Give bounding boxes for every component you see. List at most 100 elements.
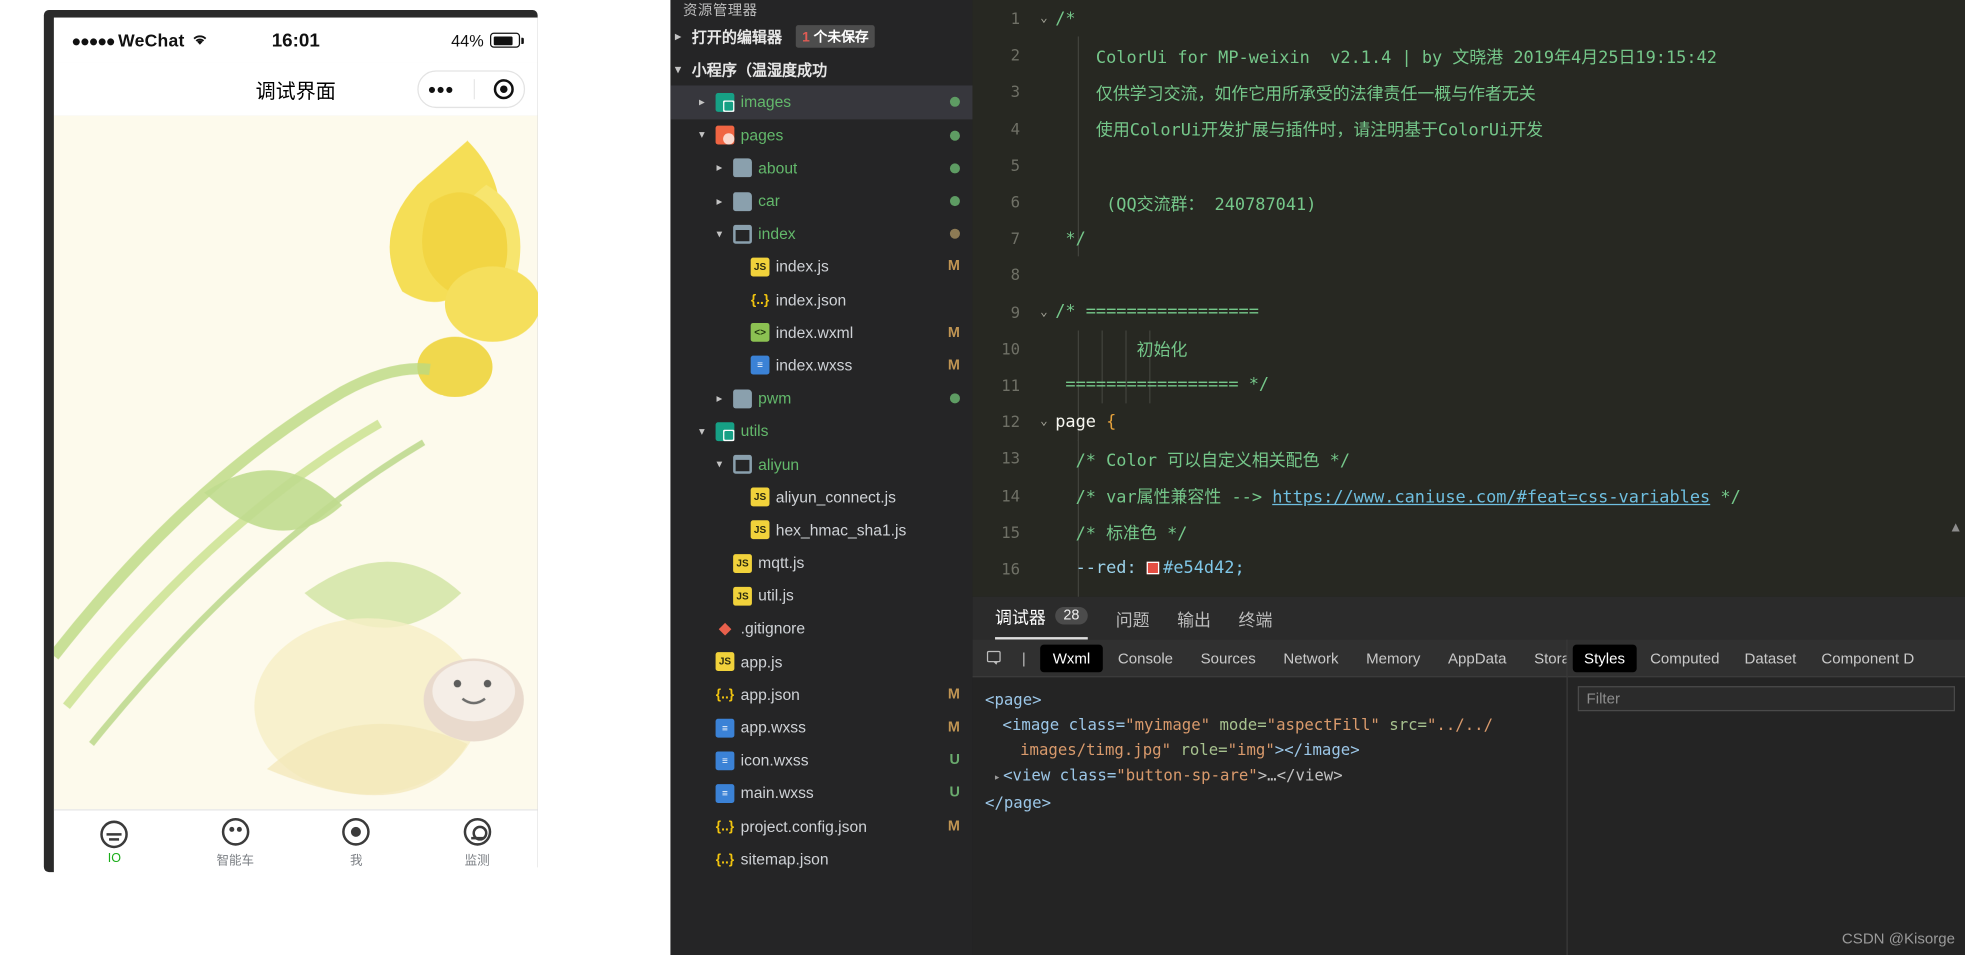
tree-item-label: aliyun_connect.js [775, 488, 896, 507]
inspect-icon[interactable] [980, 645, 1008, 670]
open-editors-section[interactable]: ▸ 打开的编辑器 1 个未保存 [670, 20, 972, 53]
watermark: CSDN @Kisorge [1841, 929, 1955, 948]
devtools-tab-wxml[interactable]: Wxml [1040, 644, 1103, 672]
tree-item-label: util.js [758, 587, 794, 605]
code-line: 3 仅供学习交流，如作它用所承受的法律责任一概与作者无关 [972, 73, 1965, 110]
line-number: 3 [1010, 82, 1021, 102]
tree-item--gitignore[interactable]: ▸◆.gitignore [670, 612, 972, 645]
sim-tab-car-label: 智能车 [216, 853, 255, 868]
chevron-right-icon[interactable]: ▸ [712, 392, 727, 406]
tree-item-pages[interactable]: ▾ pages [670, 119, 972, 152]
close-target-icon[interactable] [494, 79, 515, 100]
chevron-right-icon[interactable]: ▸ [712, 161, 727, 175]
styles-filter-input[interactable]: Filter [1577, 686, 1955, 712]
tree-item-utils[interactable]: ▾ utils [670, 415, 972, 448]
tree-item-hex-hmac-sha1-js[interactable]: ▸JShex_hmac_sha1.js [670, 514, 972, 547]
line-number: 8 [1010, 265, 1021, 285]
chevron-right-icon[interactable]: ▸ [712, 194, 727, 208]
capsule-divider [473, 79, 475, 100]
tree-item-label: .gitignore [740, 620, 806, 638]
tree-item-project-config-json[interactable]: ▸{..}project.config.jsonM [670, 810, 972, 843]
wxml-src-value-part1: "../../ [1427, 715, 1494, 734]
background-image [53, 115, 538, 810]
tree-item-index-wxss[interactable]: ▸≡index.wxssM [670, 349, 972, 382]
sim-tab-bar: IO 智能车 我 监测 [53, 809, 538, 875]
line-number: 13 [1001, 449, 1021, 468]
wxml-line-4[interactable]: ▸ <view class="button-sp-are">…</view> [985, 763, 1549, 791]
fold-chevron-icon[interactable]: ⌄ [1033, 11, 1056, 25]
more-icon[interactable]: ••• [428, 79, 454, 100]
sim-tab-io[interactable]: IO [54, 811, 175, 875]
tree-item-about[interactable]: ▸ about [670, 152, 972, 185]
line-number: 14 [1001, 485, 1021, 505]
tree-item-car[interactable]: ▸ car [670, 185, 972, 218]
tree-item-aliyun[interactable]: ▾ aliyun [670, 448, 972, 481]
sim-tab-monitor[interactable]: 监测 [417, 811, 538, 875]
car-icon [221, 817, 250, 846]
debugger-tab-debugger[interactable]: 调试器 28 [995, 603, 1089, 640]
chevron-right-icon[interactable]: ▸ [994, 772, 1001, 785]
ide-window: 资源管理器 ▸ 打开的编辑器 1 个未保存 ▾ 小程序（温湿度成功 ▸ image… [670, 0, 1965, 955]
file-status-badge: M [947, 259, 960, 275]
chevron-down-icon[interactable]: ▾ [712, 457, 727, 471]
scroll-up-icon[interactable]: ▲ [1949, 520, 1963, 535]
tree-item-aliyun-connect-js[interactable]: ▸JSaliyun_connect.js [670, 481, 972, 514]
styles-tab-computed[interactable]: Computed [1639, 644, 1731, 672]
chevron-right-icon[interactable]: ▸ [670, 30, 685, 44]
line-number: 11 [1001, 375, 1021, 395]
code-text: (QQ交流群： 240787041) [1055, 189, 1316, 214]
styles-tab-dataset[interactable]: Dataset [1733, 644, 1807, 672]
sim-tab-me[interactable]: 我 [296, 811, 417, 875]
tree-item-sitemap-json[interactable]: ▸{..}sitemap.json [670, 843, 972, 876]
tree-item-app-js[interactable]: ▸JSapp.js [670, 645, 972, 678]
tree-item-app-json[interactable]: ▸{..}app.jsonM [670, 678, 972, 711]
chevron-down-icon[interactable]: ▾ [712, 227, 727, 241]
debugger-tab-output[interactable]: 输出 [1177, 606, 1211, 640]
styles-tab-styles[interactable]: Styles [1572, 644, 1637, 672]
tree-item-icon-wxss[interactable]: ▸≡icon.wxssU [670, 744, 972, 777]
tree-item-index-json[interactable]: ▸{..}index.json [670, 283, 972, 316]
tree-item-label: index.wxml [775, 323, 854, 342]
tree-item-mqtt-js[interactable]: ▸JSmqtt.js [670, 547, 972, 580]
chevron-down-icon[interactable]: ▾ [670, 63, 685, 77]
io-icon [100, 819, 129, 848]
tree-item-index-js[interactable]: ▸JSindex.jsM [670, 250, 972, 283]
fold-chevron-icon[interactable]: ⌄ [1033, 305, 1056, 319]
code-editor[interactable]: 1 ⌄/* 2 ColorUi for MP-weixin v2.1.4 | by … [972, 0, 1965, 597]
line-number: 16 [1001, 559, 1021, 578]
fold-chevron-icon[interactable]: ⌄ [1033, 415, 1056, 429]
devtools-tab-network[interactable]: Network [1271, 644, 1351, 672]
js-file-icon: JS [750, 257, 770, 277]
tree-item-pwm[interactable]: ▸ pwm [670, 382, 972, 415]
tree-item-main-wxss[interactable]: ▸≡main.wxssU [670, 777, 972, 810]
devtools-tab-appdata[interactable]: AppData [1435, 644, 1519, 672]
wxml-page-close-tag: </page> [985, 792, 1052, 812]
line-number: 1 [1010, 8, 1021, 28]
js-file-icon: JS [750, 520, 770, 540]
styles-tab-component[interactable]: Component D [1810, 644, 1925, 672]
code-line: 14 /* var属性兼容性 --> https://www.caniuse.c… [972, 477, 1965, 514]
devtools-tab-memory[interactable]: Memory [1354, 644, 1433, 672]
wxml-tree[interactable]: <page> <image class="myimage" mode="aspe… [972, 677, 1561, 955]
tree-item-images[interactable]: ▸ images [670, 85, 973, 119]
chevron-down-icon[interactable]: ▾ [694, 128, 709, 142]
project-section[interactable]: ▾ 小程序（温湿度成功 [670, 53, 972, 86]
sim-tab-car[interactable]: 智能车 [175, 811, 296, 875]
wechat-capsule[interactable]: ••• [417, 70, 526, 109]
devtools-tab-console[interactable]: Console [1105, 644, 1185, 672]
color-swatch[interactable] [1146, 562, 1160, 575]
debugger-tab-problems[interactable]: 问题 [1116, 606, 1150, 640]
chevron-down-icon[interactable]: ▾ [694, 425, 709, 439]
debugger-tab-terminal-label: 终端 [1238, 610, 1273, 630]
tree-item-util-js[interactable]: ▸JSutil.js [670, 580, 972, 613]
debugger-tab-terminal[interactable]: 终端 [1239, 606, 1273, 640]
devtools: | Wxml Console Sources Network Memory Ap… [972, 639, 1965, 955]
tree-item-app-wxss[interactable]: ▸≡app.wxssM [670, 711, 972, 744]
wxml-role-value: "img" [1227, 740, 1275, 759]
tree-item-index-wxml[interactable]: ▸<>index.wxmlM [670, 316, 972, 349]
devtools-tab-sources[interactable]: Sources [1188, 644, 1268, 672]
tree-item-index[interactable]: ▾ index [670, 218, 972, 251]
code-line: 8 [972, 257, 1965, 294]
devtools-body: <page> <image class="myimage" mode="aspe… [972, 639, 1965, 955]
chevron-right-icon[interactable]: ▸ [694, 95, 709, 109]
